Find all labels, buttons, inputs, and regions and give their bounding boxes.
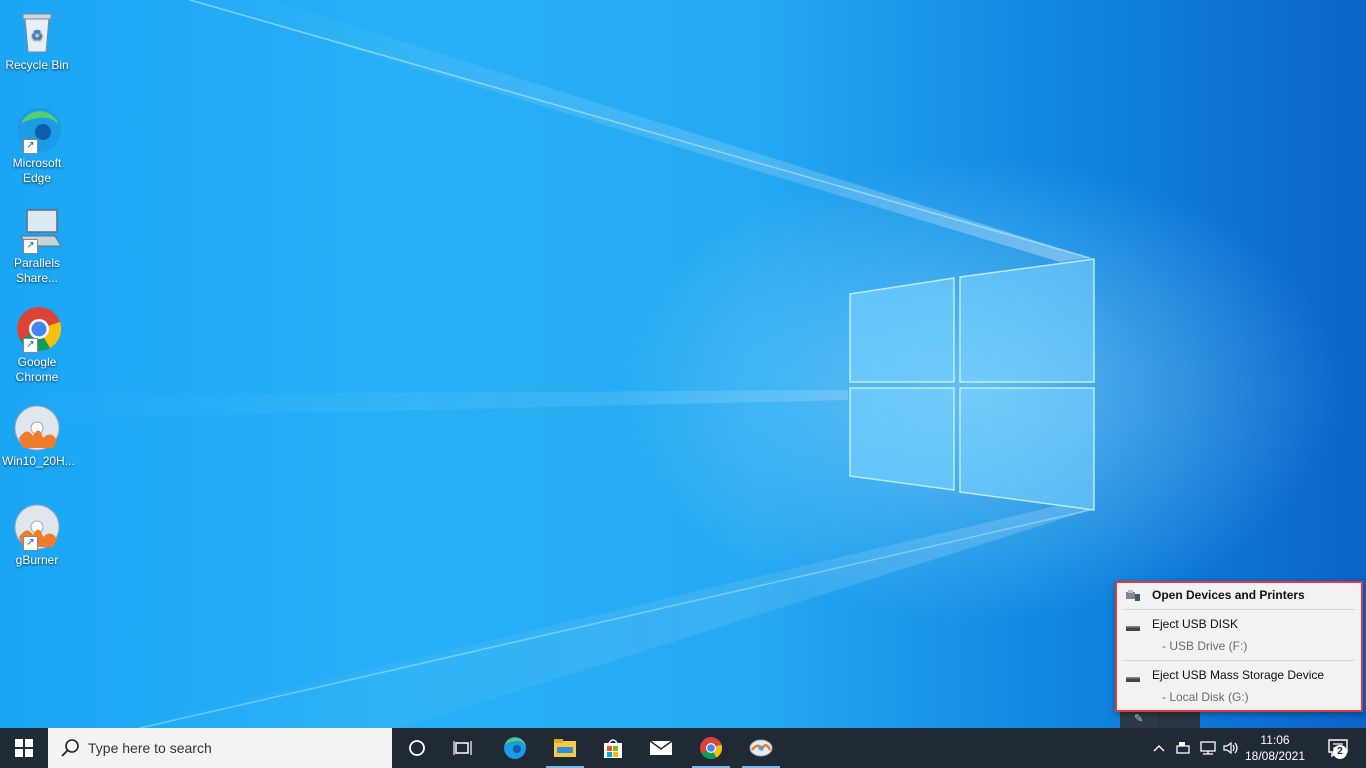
disc-burner-icon: ↗ <box>13 503 61 551</box>
volume-button[interactable] <box>1220 728 1242 768</box>
usb-eject-icon <box>1176 742 1190 754</box>
safely-remove-hardware-button[interactable] <box>1172 728 1194 768</box>
menu-item-eject-mass-storage[interactable]: Eject USB Mass Storage Device - Local Di… <box>1117 662 1361 708</box>
clock[interactable]: 11:06 18/08/2021 <box>1242 732 1308 764</box>
start-button[interactable] <box>0 728 48 768</box>
menu-item-eject-usb-disk[interactable]: Eject USB DISK - USB Drive (F:) <box>1117 611 1361 659</box>
taskbar-chrome-button[interactable] <box>688 728 734 768</box>
desktop-icon-label: Win10_20H... <box>2 454 75 468</box>
speaker-icon <box>1223 741 1238 755</box>
store-icon <box>604 739 622 758</box>
svg-text:♻: ♻ <box>31 27 44 43</box>
shortcut-arrow-icon: ↗ <box>23 536 38 551</box>
monitor-icon: ↗ <box>13 206 62 254</box>
desktop-icon-gburner[interactable]: ↗ gBurner <box>2 503 72 568</box>
shortcut-arrow-icon: ↗ <box>23 338 38 353</box>
search-icon <box>61 739 79 757</box>
taskbar-mail-button[interactable] <box>638 728 684 768</box>
clock-time: 11:06 <box>1260 733 1290 747</box>
windows-wallpaper-logo <box>849 258 1095 511</box>
menu-item-label: Eject USB Mass Storage Device <box>1152 668 1325 682</box>
usb-drive-icon <box>1126 626 1140 631</box>
cortana-icon <box>409 740 425 756</box>
desktop-icon-parallels-share[interactable]: ↗ Parallels Share... <box>2 206 72 286</box>
desktop-icon-label: Google Chrome <box>15 355 59 384</box>
menu-item-label: Eject USB DISK <box>1152 617 1239 631</box>
desktop-icon-win10-iso[interactable]: Win10_20H... <box>2 404 75 469</box>
menu-separator <box>1123 609 1355 610</box>
network-wired-icon <box>1200 741 1216 755</box>
desktop-icon-label: Recycle Bin <box>5 58 69 72</box>
menu-item-sublabel: - Local Disk (G:) <box>1162 690 1249 704</box>
task-view-button[interactable] <box>440 728 486 768</box>
desktop-icon-edge[interactable]: ↗ Microsoft Edge <box>2 106 72 186</box>
shortcut-arrow-icon: ↗ <box>23 139 38 154</box>
taskbar-gburner-button[interactable] <box>738 728 784 768</box>
disc-image-icon <box>13 404 61 452</box>
taskbar-edge-button[interactable] <box>492 728 538 768</box>
recycle-bin-icon: ♻ <box>13 8 61 56</box>
taskbar: Type here to search 11:06 18/08/2021 <box>0 728 1366 768</box>
gburner-icon <box>749 739 773 757</box>
edge-icon: ↗ <box>13 106 61 154</box>
devices-printers-icon <box>1126 590 1140 601</box>
notification-count-badge: 2 <box>1333 745 1347 759</box>
search-box[interactable]: Type here to search <box>48 728 392 768</box>
menu-item-label: Open Devices and Printers <box>1152 588 1305 602</box>
shortcut-arrow-icon: ↗ <box>23 239 38 254</box>
taskbar-store-button[interactable] <box>590 728 636 768</box>
windows-start-icon <box>15 739 33 757</box>
desktop-icon-chrome[interactable]: ↗ Google Chrome <box>2 305 72 385</box>
mail-icon <box>649 740 673 755</box>
file-explorer-icon <box>554 739 576 757</box>
search-placeholder: Type here to search <box>88 740 212 756</box>
chevron-up-icon <box>1153 745 1165 752</box>
menu-item-open-devices[interactable]: Open Devices and Printers <box>1117 583 1361 609</box>
svg-text:✎: ✎ <box>1134 713 1143 725</box>
cortana-button[interactable] <box>394 728 440 768</box>
desktop[interactable]: ♻ Recycle Bin ↗ Microsoft Edge ↗ Paralle… <box>0 0 1366 728</box>
desktop-icon-label: Microsoft Edge <box>12 156 62 185</box>
show-hidden-icons-button[interactable] <box>1150 728 1168 768</box>
chrome-icon <box>700 737 723 759</box>
menu-separator <box>1123 660 1355 661</box>
usb-eject-menu: Open Devices and Printers Eject USB DISK… <box>1115 581 1363 712</box>
edge-icon <box>504 737 526 759</box>
menu-item-sublabel: - USB Drive (F:) <box>1162 639 1248 653</box>
chrome-icon: ↗ <box>13 305 62 353</box>
desktop-icon-label: gBurner <box>15 553 59 567</box>
desktop-icon-recycle-bin[interactable]: ♻ Recycle Bin <box>2 8 72 73</box>
taskbar-file-explorer-button[interactable] <box>542 728 588 768</box>
usb-drive-icon <box>1126 677 1140 682</box>
clock-date: 18/08/2021 <box>1244 749 1306 763</box>
task-view-icon <box>453 741 472 755</box>
network-button[interactable] <box>1196 728 1220 768</box>
desktop-icon-label: Parallels Share... <box>13 256 61 285</box>
